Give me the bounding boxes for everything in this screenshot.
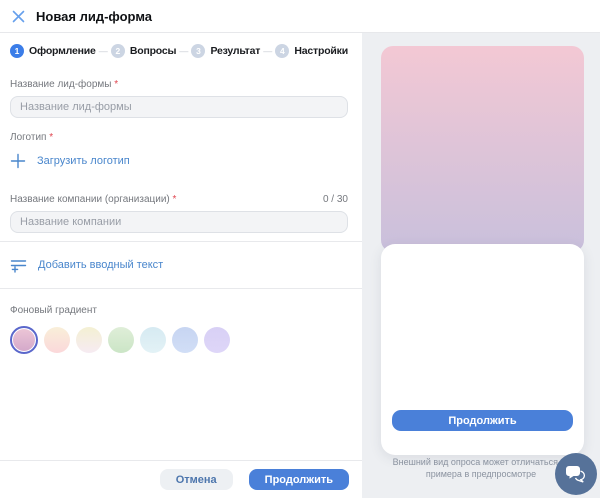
step-questions[interactable]: 2 Вопросы xyxy=(111,44,176,58)
step-separator: — xyxy=(179,46,188,56)
step-settings[interactable]: 4 Настройки xyxy=(275,44,348,58)
support-chat-button[interactable] xyxy=(555,453,597,495)
close-icon[interactable] xyxy=(11,9,25,23)
gradient-swatch-yellow-lilac[interactable] xyxy=(76,327,102,353)
continue-button[interactable]: Продолжить xyxy=(249,469,349,490)
step-separator: — xyxy=(263,46,272,56)
form-footer: Отмена Продолжить xyxy=(0,460,362,498)
chat-bubbles-icon xyxy=(565,465,587,484)
add-intro-text-button[interactable]: Добавить вводный текст xyxy=(10,256,348,274)
required-mark: * xyxy=(114,79,118,90)
company-name-label: Название компании (организации) * xyxy=(10,194,176,205)
step-label: Настройки xyxy=(294,45,348,57)
required-mark: * xyxy=(173,194,177,205)
step-number: 3 xyxy=(191,44,205,58)
step-result[interactable]: 3 Результат xyxy=(191,44,260,58)
preview-panel: Продолжить Внешний вид опроса может отли… xyxy=(362,33,600,498)
step-label: Результат xyxy=(210,45,260,57)
new-lead-form-modal: Новая лид-форма 1 Оформление — 2 Вопросы… xyxy=(0,0,600,498)
add-text-icon xyxy=(10,258,27,273)
plus-icon xyxy=(10,153,26,169)
preview-gradient-background xyxy=(381,46,584,252)
divider xyxy=(0,288,362,289)
upload-logo-label: Загрузить логотип xyxy=(37,155,130,167)
step-label: Вопросы xyxy=(130,45,176,57)
char-counter: 0 / 30 xyxy=(323,194,348,205)
gradient-swatch-cyan[interactable] xyxy=(140,327,166,353)
divider xyxy=(0,241,362,242)
stepper: 1 Оформление — 2 Вопросы — 3 Результат —… xyxy=(10,44,348,58)
logo-label: Логотип * xyxy=(10,132,348,143)
step-design[interactable]: 1 Оформление xyxy=(10,44,96,58)
step-separator: — xyxy=(99,46,108,56)
company-name-input[interactable] xyxy=(10,211,348,233)
form-panel: 1 Оформление — 2 Вопросы — 3 Результат —… xyxy=(0,33,362,498)
lead-form-name-label: Название лид-формы * xyxy=(10,79,348,90)
preview-card: Продолжить xyxy=(381,244,584,455)
required-mark: * xyxy=(49,132,53,143)
cancel-button[interactable]: Отмена xyxy=(160,469,233,490)
gradient-swatches xyxy=(10,326,348,354)
gradient-swatch-cream-pink[interactable] xyxy=(44,327,70,353)
gradient-swatch-lavender[interactable] xyxy=(204,327,230,353)
preview-continue-button: Продолжить xyxy=(392,410,573,431)
step-number: 4 xyxy=(275,44,289,58)
upload-logo-button[interactable]: Загрузить логотип xyxy=(10,152,348,170)
step-label: Оформление xyxy=(29,45,96,57)
background-gradient-label: Фоновый градиент xyxy=(10,305,348,316)
modal-header: Новая лид-форма xyxy=(0,0,600,33)
step-number: 2 xyxy=(111,44,125,58)
step-number: 1 xyxy=(10,44,24,58)
add-intro-text-label: Добавить вводный текст xyxy=(38,259,163,271)
gradient-swatch-pink-purple[interactable] xyxy=(10,326,38,354)
gradient-swatch-green[interactable] xyxy=(108,327,134,353)
modal-title: Новая лид-форма xyxy=(36,9,152,24)
lead-form-name-input[interactable] xyxy=(10,96,348,118)
gradient-swatch-periwinkle[interactable] xyxy=(172,327,198,353)
